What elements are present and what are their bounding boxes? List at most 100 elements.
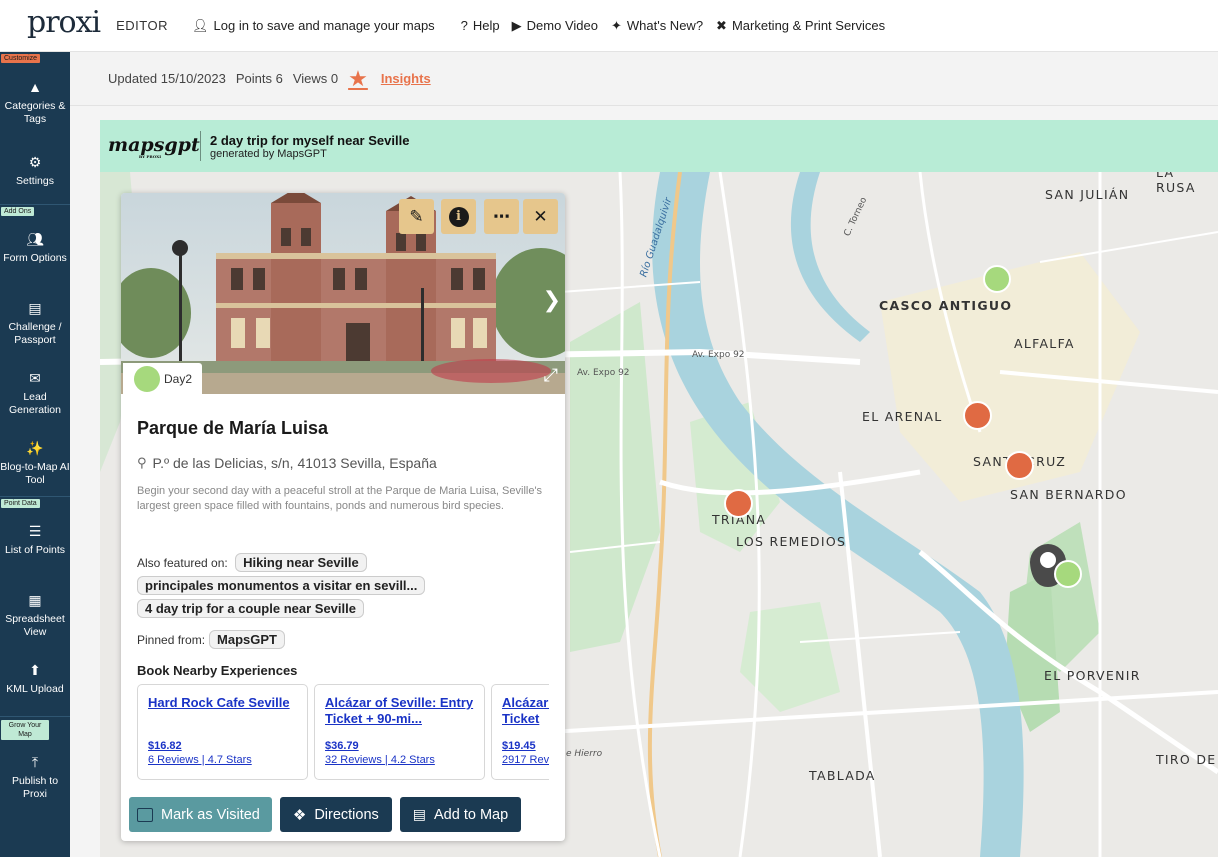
expand-photo-icon[interactable]: ⤢ xyxy=(544,365,558,386)
more-options-button[interactable]: ⋯ xyxy=(484,199,519,234)
mail-icon: ✉ xyxy=(29,370,41,386)
featured-map-chip[interactable]: Hiking near Seville xyxy=(235,553,367,572)
checkbox-icon xyxy=(137,807,153,822)
section-point-data: Point Data xyxy=(1,499,40,508)
sidebar-item-label: Challenge / Passport xyxy=(8,321,62,346)
location-pin-icon: ⚲ xyxy=(137,455,147,470)
directions-icon: ❖ xyxy=(292,806,307,824)
place-name: Parque de María Luisa xyxy=(137,418,329,438)
sidebar-item-spreadsheet[interactable]: ▦ Spreadsheet View xyxy=(0,591,70,639)
add-to-map-button[interactable]: ▤ Add to Map xyxy=(399,797,522,832)
gear-icon: ⚙ xyxy=(28,154,42,170)
marketing-label: Marketing & Print Services xyxy=(731,18,886,33)
featured-map-chip[interactable]: principales monumentos a visitar en sevi… xyxy=(137,576,426,595)
shapes-icon: ▲ xyxy=(28,79,42,95)
address-text: P.º de las Delicias, s/n, 41013 Sevilla,… xyxy=(152,455,437,471)
sidebar-item-publish[interactable]: ⤒ Publish to Proxi xyxy=(0,753,70,801)
marketing-link[interactable]: ✖ Marketing & Print Services xyxy=(716,18,885,34)
sidebar-item-label: Settings xyxy=(16,175,54,187)
day-label: Day2 xyxy=(164,371,193,386)
demo-video-label: Demo Video xyxy=(526,18,598,33)
book-experiences-title: Book Nearby Experiences xyxy=(137,663,298,678)
video-icon: ▶ xyxy=(511,17,522,33)
demo-video-link[interactable]: ▶ Demo Video xyxy=(512,18,598,34)
sidebar-item-label: KML Upload xyxy=(6,683,64,695)
help-link-label: Help xyxy=(472,18,500,33)
street-label: Av. Expo 92 xyxy=(577,368,630,378)
section-customize: Customize xyxy=(1,54,41,63)
map-title: 2 day trip for myself near Seville xyxy=(210,132,410,148)
edit-button[interactable]: ✎ xyxy=(399,199,434,234)
user-icon: 👤︎ xyxy=(192,17,209,33)
section-divider xyxy=(0,496,70,497)
map-pin-day2[interactable] xyxy=(1054,560,1082,588)
divider xyxy=(200,131,201,161)
sidebar-item-categories[interactable]: ▲ Categories & Tags xyxy=(0,78,70,126)
map-label: SAN BERNARDO xyxy=(1010,487,1127,502)
views-count: Views 0 xyxy=(292,71,339,86)
experience-card[interactable]: Alcázar of Seville: Entry Ticket $19.45 … xyxy=(491,684,549,780)
map-pin-day1[interactable] xyxy=(963,401,992,430)
passport-icon: ▤ xyxy=(28,300,42,316)
sidebar-item-label: Lead Generation xyxy=(9,391,61,416)
sidebar-item-label: Spreadsheet View xyxy=(5,613,65,638)
sidebar-item-kml-upload[interactable]: ⬆ KML Upload xyxy=(0,661,70,696)
mapsgpt-logo-text: mapsgpt xyxy=(108,133,200,156)
experience-reviews[interactable]: 32 Reviews | 4.2 Stars xyxy=(325,754,474,766)
person-add-icon: 👥︎ xyxy=(26,231,44,247)
experience-title[interactable]: Alcázar of Seville: Entry Ticket xyxy=(502,695,549,729)
map-label: EL ARENAL xyxy=(862,409,943,424)
experience-reviews[interactable]: 2917 Reviews xyxy=(502,754,549,766)
mark-as-visited-button[interactable]: Mark as Visited xyxy=(129,797,272,832)
insights-label: Insights xyxy=(380,71,431,86)
insights-link[interactable]: ★ Insights xyxy=(348,66,441,92)
experience-title[interactable]: Alcázar of Seville: Entry Ticket + 90-mi… xyxy=(325,695,474,729)
pinned-from-section: Pinned from: MapsGPT xyxy=(137,630,286,649)
sidebar-item-blog-to-map[interactable]: ✨ Blog-to-Map AI Tool xyxy=(0,439,70,487)
sidebar-item-lead-generation[interactable]: ✉ Lead Generation xyxy=(0,369,70,417)
section-divider xyxy=(0,716,70,717)
experience-title[interactable]: Hard Rock Cafe Seville xyxy=(148,695,297,729)
info-button[interactable]: i xyxy=(441,199,476,234)
magic-wand-icon: ✨ xyxy=(26,440,44,456)
sidebar-item-challenge[interactable]: ▤ Challenge / Passport xyxy=(0,299,70,347)
experience-reviews[interactable]: 6 Reviews | 4.7 Stars xyxy=(148,754,297,766)
experience-price: $19.45 xyxy=(502,740,536,752)
sidebar-item-label: Form Options xyxy=(3,252,67,264)
experiences-carousel[interactable]: Hard Rock Cafe Seville $16.82 6 Reviews … xyxy=(137,684,549,781)
experience-card[interactable]: Hard Rock Cafe Seville $16.82 6 Reviews … xyxy=(137,684,308,780)
map-label: ALFALFA xyxy=(1014,336,1075,351)
help-link[interactable]: ? Help xyxy=(461,18,500,33)
sidebar-item-settings[interactable]: ⚙ Settings xyxy=(0,153,70,188)
also-featured-label: Also featured on: xyxy=(137,556,228,570)
mapsgpt-logo: mapsgpt BY PROXI xyxy=(108,134,200,159)
sidebar-item-label: Blog-to-Map AI Tool xyxy=(0,461,70,486)
sidebar-item-list-of-points[interactable]: ☰ List of Points xyxy=(0,522,70,557)
sparkle-icon: ✦ xyxy=(610,17,622,33)
proxi-logo[interactable]: proxi xyxy=(27,5,101,40)
experience-card[interactable]: Alcázar of Seville: Entry Ticket + 90-mi… xyxy=(314,684,485,780)
pinned-from-chip[interactable]: MapsGPT xyxy=(209,630,286,649)
sidebar-item-label: List of Points xyxy=(4,544,66,556)
whats-new-link[interactable]: ✦ What's New? xyxy=(611,18,703,34)
next-photo-arrow-icon[interactable]: ❯ xyxy=(543,287,561,313)
map-pin-day1[interactable] xyxy=(1005,451,1034,480)
map-pin-day1[interactable] xyxy=(724,489,753,518)
close-button[interactable]: ✕ xyxy=(523,199,558,234)
map-label: TABLADA xyxy=(809,768,876,783)
map-label: SAN JULIÁN xyxy=(1045,187,1130,202)
day-color-dot xyxy=(134,365,160,392)
login-link[interactable]: 👤︎ Log in to save and manage your maps xyxy=(192,18,435,34)
map-pin-day2[interactable] xyxy=(983,265,1011,293)
sidebar-item-form-options[interactable]: 👥︎ Form Options xyxy=(0,230,70,265)
featured-map-chip[interactable]: 4 day trip for a couple near Seville xyxy=(137,599,364,618)
points-count: Points 6 xyxy=(235,71,283,86)
publish-icon: ⤒ xyxy=(31,754,39,770)
place-description: Begin your second day with a peaceful st… xyxy=(137,485,543,512)
directions-button[interactable]: ❖ Directions xyxy=(279,797,392,832)
whats-new-label: What's New? xyxy=(626,18,704,33)
ellipsis-icon: ⋯ xyxy=(493,206,510,226)
top-bar: proxi EDITOR 👤︎ Log in to save and manag… xyxy=(0,0,1218,52)
pencil-icon: ✎ xyxy=(409,206,424,226)
place-address: ⚲ P.º de las Delicias, s/n, 41013 Sevill… xyxy=(137,455,437,471)
